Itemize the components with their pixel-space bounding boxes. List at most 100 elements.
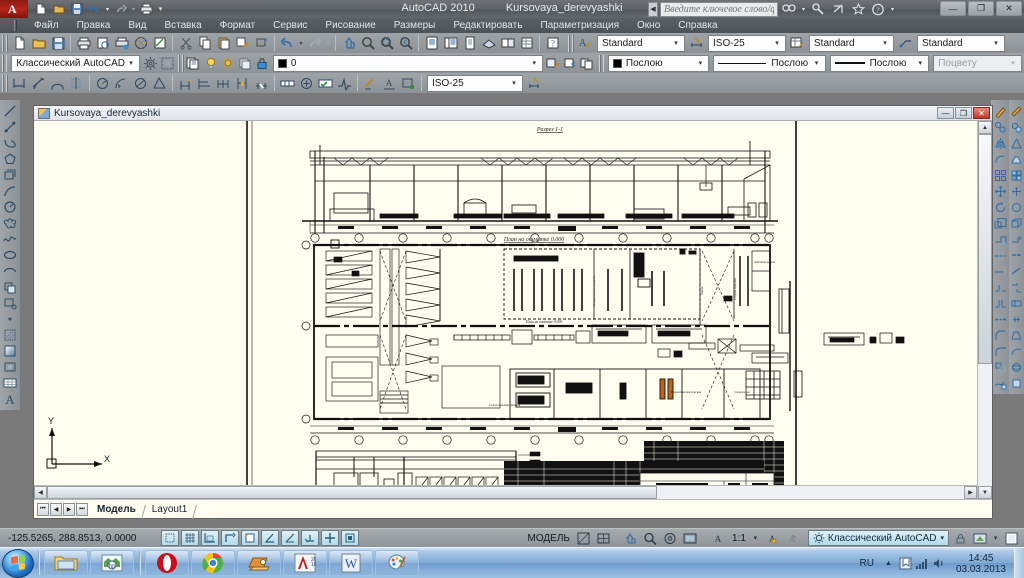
mleader-style-combo[interactable]: Standard ▾ [917, 34, 1005, 52]
polygon-icon[interactable] [2, 151, 19, 167]
scroll-right-button[interactable]: ▶ [964, 486, 977, 499]
action-center-icon[interactable] [897, 554, 914, 574]
layer-properties-icon[interactable] [186, 54, 203, 72]
chevron-down-icon[interactable]: ▾ [694, 56, 706, 71]
chevron-down-icon[interactable]: ▾ [914, 56, 926, 71]
move-icon[interactable] [992, 183, 1009, 199]
save-icon[interactable] [68, 1, 85, 17]
cut-icon[interactable] [176, 34, 195, 52]
table-style-combo[interactable]: Standard ▾ [809, 34, 894, 52]
zoom-icon[interactable] [641, 530, 659, 546]
dynamic-input-toggle[interactable] [321, 530, 339, 546]
offset-icon[interactable] [992, 151, 1009, 167]
autocad-taskbar-item[interactable]: 20 10 [283, 550, 327, 576]
line-icon[interactable] [2, 103, 19, 119]
diameter-dim-icon[interactable] [131, 74, 150, 92]
object-snap-toggle[interactable] [261, 530, 279, 546]
previous-tab-button[interactable]: ◀ [50, 502, 62, 516]
zoom-window-icon[interactable] [377, 34, 396, 52]
open-icon[interactable] [29, 34, 48, 52]
menu-item-view[interactable]: Вид [119, 20, 155, 31]
viewport-icon[interactable] [1010, 167, 1023, 183]
text-style-icon[interactable]: A [576, 34, 595, 52]
hp-taskbar-item[interactable]: hp [90, 550, 134, 576]
visual-style-icon[interactable] [1010, 103, 1023, 119]
undo-icon[interactable] [86, 1, 103, 17]
annotation-visibility-icon[interactable]: A [762, 530, 780, 546]
dynamic-ucs-toggle[interactable] [301, 530, 319, 546]
lineweight-combo[interactable]: Послою ▾ [829, 54, 930, 72]
plot-preview-icon[interactable] [93, 34, 112, 52]
spline-icon[interactable] [2, 231, 19, 247]
snap-mode-toggle[interactable] [181, 530, 199, 546]
drawing-restore-button[interactable]: ❐ [955, 107, 972, 119]
redo-icon[interactable] [305, 34, 324, 52]
infocenter-expand-icon[interactable]: ◀ [648, 1, 658, 17]
array-icon[interactable] [992, 167, 1009, 183]
word-taskbar-item[interactable]: W [329, 550, 373, 576]
ellipse-icon[interactable] [2, 247, 19, 263]
chevron-down-icon[interactable]: ▾ [670, 36, 682, 51]
ordinate-dim-icon[interactable] [67, 74, 86, 92]
auto-scale-icon[interactable]: A [782, 530, 800, 546]
continue-dim-icon[interactable] [214, 74, 233, 92]
annotation-scale-icon[interactable]: A [709, 530, 727, 546]
dim-style-manager-icon[interactable] [525, 74, 544, 92]
workspaces-toolbar-grip[interactable] [2, 54, 8, 72]
sweep-icon[interactable] [1010, 343, 1023, 359]
close-button[interactable]: ✕ [996, 1, 1022, 16]
qat-dropdown-icon[interactable]: ▾ [156, 1, 165, 17]
search-input[interactable] [660, 1, 778, 17]
drawing-close-button[interactable]: ✕ [973, 107, 990, 119]
linear-dim-icon[interactable] [10, 74, 29, 92]
edit-polyline-icon[interactable] [992, 375, 1009, 391]
construction-line-icon[interactable] [2, 119, 19, 135]
search-dropdown-icon[interactable]: ▾ [800, 1, 807, 17]
color-combo[interactable]: Послою ▾ [607, 54, 710, 72]
extend-icon[interactable] [992, 263, 1009, 279]
paste-icon[interactable] [214, 34, 233, 52]
mirror-icon[interactable] [992, 135, 1009, 151]
rotate-3d-icon[interactable] [1010, 199, 1023, 215]
linetype-combo[interactable]: Послою ▾ [713, 54, 826, 72]
center-mark-icon[interactable] [297, 74, 316, 92]
tolerance-icon[interactable] [278, 74, 297, 92]
loft-icon[interactable] [1010, 327, 1023, 343]
menu-item-draw[interactable]: Рисование [316, 20, 384, 31]
walk-icon[interactable] [1010, 375, 1023, 391]
workspace-settings-icon[interactable] [159, 54, 176, 72]
inspect-icon[interactable] [316, 74, 335, 92]
menu-item-tools[interactable]: Сервис [264, 20, 316, 31]
move-3d-icon[interactable] [1010, 183, 1023, 199]
first-tab-button[interactable]: ⏮ [37, 502, 49, 516]
redo-dropdown-icon[interactable]: ▾ [324, 34, 332, 52]
vertical-scroll-thumb[interactable] [978, 134, 992, 364]
dim-update-icon[interactable] [399, 74, 418, 92]
hardware-acceleration-icon[interactable] [971, 530, 989, 546]
coordinates-display[interactable]: -125.5265, 288.8513, 0.0000 [0, 533, 150, 544]
block-editor-icon[interactable] [252, 34, 271, 52]
3dprint-icon[interactable] [131, 34, 150, 52]
rectangle-icon[interactable] [2, 167, 19, 183]
help-icon[interactable]: ? [543, 34, 562, 52]
dim-break-icon[interactable] [252, 74, 271, 92]
mleader-style-icon[interactable] [896, 34, 915, 52]
menu-item-window[interactable]: Окно [628, 20, 669, 31]
zoom-previous-icon[interactable] [396, 34, 415, 52]
annotation-scale-value[interactable]: 1:1 [728, 533, 750, 544]
space-indicator[interactable]: МОДЕЛЬ [524, 533, 574, 544]
model-space-icon[interactable] [575, 530, 593, 546]
subscription-center-icon[interactable] [829, 1, 847, 17]
chevron-down-icon[interactable]: ▾ [811, 56, 823, 71]
dbconnect-icon[interactable] [517, 34, 536, 52]
explode-icon[interactable] [992, 359, 1009, 375]
dimension-toolbar-grip[interactable] [2, 74, 8, 92]
gear-icon[interactable] [142, 54, 159, 72]
light-icon[interactable] [1010, 135, 1023, 151]
standard-toolbar-grip[interactable] [2, 34, 8, 52]
dim-space-icon[interactable] [233, 74, 252, 92]
menubar-grip[interactable] [14, 20, 17, 31]
dim-style-current-combo[interactable]: ISO-25 ▾ [427, 74, 523, 92]
fillet-icon[interactable] [992, 343, 1009, 359]
lightbulb-icon[interactable] [203, 54, 220, 72]
